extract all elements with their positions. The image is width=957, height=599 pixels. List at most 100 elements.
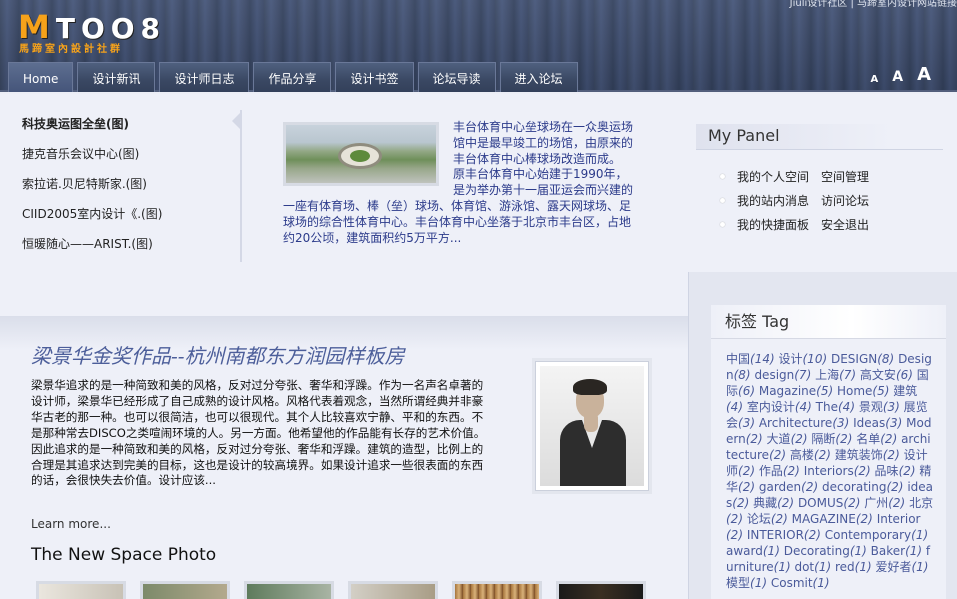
- tag-count: (2): [777, 496, 795, 510]
- my-space-link[interactable]: 我的个人空间: [737, 168, 809, 185]
- tag-link[interactable]: Cosmit(1): [771, 576, 830, 590]
- photo-thumbnail[interactable]: [452, 581, 542, 599]
- tag-count: (2): [853, 464, 871, 478]
- tag-name: 论坛: [746, 512, 771, 526]
- tag-link[interactable]: 高楼(2): [790, 448, 831, 462]
- tag-link[interactable]: dot(1): [794, 560, 831, 574]
- tag-count: (10): [802, 352, 828, 366]
- designer-portrait-image[interactable]: [535, 361, 649, 491]
- photo-thumbnail[interactable]: [348, 581, 438, 599]
- nav-designer-log[interactable]: 设计师日志: [159, 62, 250, 92]
- tag-count: (6): [895, 368, 913, 382]
- tag-link[interactable]: Architecture(3): [759, 416, 849, 430]
- article-title[interactable]: 梁景华金奖作品--杭州南都东方润园样板房: [31, 340, 405, 369]
- nav-design-bookmarks[interactable]: 设计书签: [335, 62, 414, 92]
- tag-count: (1): [911, 560, 929, 574]
- top-right-link[interactable]: Jiuli设计社区 | 马蹄室内设计网站链接: [790, 0, 957, 9]
- featured-item[interactable]: 索拉诺.贝尼特斯家.(图): [22, 174, 232, 204]
- tag-link[interactable]: 爱好者(1): [875, 560, 928, 574]
- nav-enter-forum[interactable]: 进入论坛: [499, 62, 578, 92]
- tag-link[interactable]: garden(2): [759, 480, 818, 494]
- tag-link[interactable]: DOMUS(2): [798, 496, 860, 510]
- tag-count: (2): [880, 432, 898, 446]
- tag-count: (2): [888, 496, 906, 510]
- tag-link[interactable]: 广州(2): [864, 496, 905, 510]
- tag-name: award: [726, 544, 763, 558]
- bullet-icon: [720, 173, 725, 179]
- featured-item[interactable]: CIID2005室内设计《.(图): [22, 204, 232, 234]
- tag-count: (6): [738, 384, 756, 398]
- tag-link[interactable]: INTERIOR(2): [747, 528, 821, 542]
- font-size-small-button[interactable]: A: [870, 74, 878, 85]
- tag-name: 设计: [778, 352, 803, 366]
- tag-link[interactable]: The(4): [816, 400, 855, 414]
- featured-item[interactable]: 科技奥运图全垒(图): [22, 114, 232, 144]
- tag-count: (2): [835, 432, 853, 446]
- learn-more-link[interactable]: Learn more...: [31, 517, 111, 531]
- tag-link[interactable]: 大道(2): [767, 432, 808, 446]
- my-panel-list: 我的个人空间 空间管理 我的站内消息 访问论坛 我的快捷面板 安全退出: [720, 164, 869, 236]
- tag-link[interactable]: red(1): [835, 560, 872, 574]
- tag-link[interactable]: 品味(2): [875, 464, 916, 478]
- tag-count: (2): [855, 512, 873, 526]
- tag-link[interactable]: 典藏(2): [753, 496, 794, 510]
- featured-item[interactable]: 捷克音乐会议中心(图): [22, 144, 232, 174]
- tag-link[interactable]: DESIGN(8): [831, 352, 894, 366]
- featured-item[interactable]: 恒暖随心——ARIST.(图): [22, 234, 232, 264]
- tag-link[interactable]: award(1): [726, 544, 780, 558]
- tag-link[interactable]: decorating(2): [822, 480, 904, 494]
- tag-link[interactable]: Magazine(5): [759, 384, 833, 398]
- photo-thumbnail[interactable]: [556, 581, 646, 599]
- photo-thumbnail[interactable]: [244, 581, 334, 599]
- nav-home[interactable]: Home: [8, 62, 74, 92]
- tag-count: (1): [773, 560, 791, 574]
- tag-link[interactable]: 建筑装饰(2): [835, 448, 900, 462]
- tag-count: (2): [769, 448, 787, 462]
- tag-link[interactable]: Decorating(1): [784, 544, 867, 558]
- tag-count: (3): [885, 416, 903, 430]
- tag-link[interactable]: 上海(7): [815, 368, 856, 382]
- tag-name: 广州: [864, 496, 889, 510]
- tag-count: (1): [814, 560, 832, 574]
- tag-link[interactable]: 高文安(6): [860, 368, 913, 382]
- tag-link[interactable]: Ideas(3): [853, 416, 902, 430]
- bullet-icon: [720, 221, 725, 227]
- tag-count: (4): [838, 400, 855, 414]
- tag-count: (3): [832, 416, 850, 430]
- space-manage-link[interactable]: 空间管理: [821, 168, 869, 185]
- tag-link[interactable]: MAGAZINE(2): [792, 512, 873, 526]
- tag-name: 品味: [874, 464, 899, 478]
- photo-thumbnail[interactable]: [140, 581, 230, 599]
- tag-link[interactable]: Interiors(2): [804, 464, 871, 478]
- nav-forum-guide[interactable]: 论坛导读: [417, 62, 496, 92]
- tag-link[interactable]: 论坛(2): [747, 512, 788, 526]
- tag-link[interactable]: 设计(10): [778, 352, 827, 366]
- tag-link[interactable]: Contemporary(1): [825, 528, 928, 542]
- tag-link[interactable]: Home(5): [837, 384, 889, 398]
- tag-link[interactable]: 室内设计(4): [747, 400, 812, 414]
- tag-name: Interior: [876, 512, 921, 526]
- tag-cloud: 中国(14) 设计(10) DESIGN(8) Design(8) design…: [726, 351, 934, 591]
- font-size-large-button[interactable]: A: [917, 64, 931, 85]
- tag-link[interactable]: 景观(3): [859, 400, 900, 414]
- tag-name: 室内设计: [746, 400, 795, 414]
- nav-design-news[interactable]: 设计新讯: [77, 62, 156, 92]
- tag-link[interactable]: Baker(1): [871, 544, 922, 558]
- font-size-medium-button[interactable]: A: [892, 69, 903, 85]
- logout-link[interactable]: 安全退出: [821, 216, 869, 233]
- tag-link[interactable]: 隔断(2): [811, 432, 852, 446]
- photo-thumbnail[interactable]: [36, 581, 126, 599]
- tag-link[interactable]: 中国(14): [726, 352, 775, 366]
- visit-forum-link[interactable]: 访问论坛: [821, 192, 869, 209]
- my-messages-link[interactable]: 我的站内消息: [737, 192, 809, 209]
- tag-link[interactable]: 模型(1): [726, 576, 767, 590]
- tag-link[interactable]: 作品(2): [759, 464, 800, 478]
- tag-link[interactable]: design(7): [754, 368, 811, 382]
- tag-link[interactable]: 名单(2): [856, 432, 897, 446]
- tag-count: (2): [745, 432, 763, 446]
- quick-panel-link[interactable]: 我的快捷面板: [737, 216, 809, 233]
- tag-name: Interiors: [803, 464, 854, 478]
- nav-works-share[interactable]: 作品分享: [253, 62, 332, 92]
- tag-name: design: [754, 368, 795, 382]
- featured-stadium-image[interactable]: [283, 122, 439, 186]
